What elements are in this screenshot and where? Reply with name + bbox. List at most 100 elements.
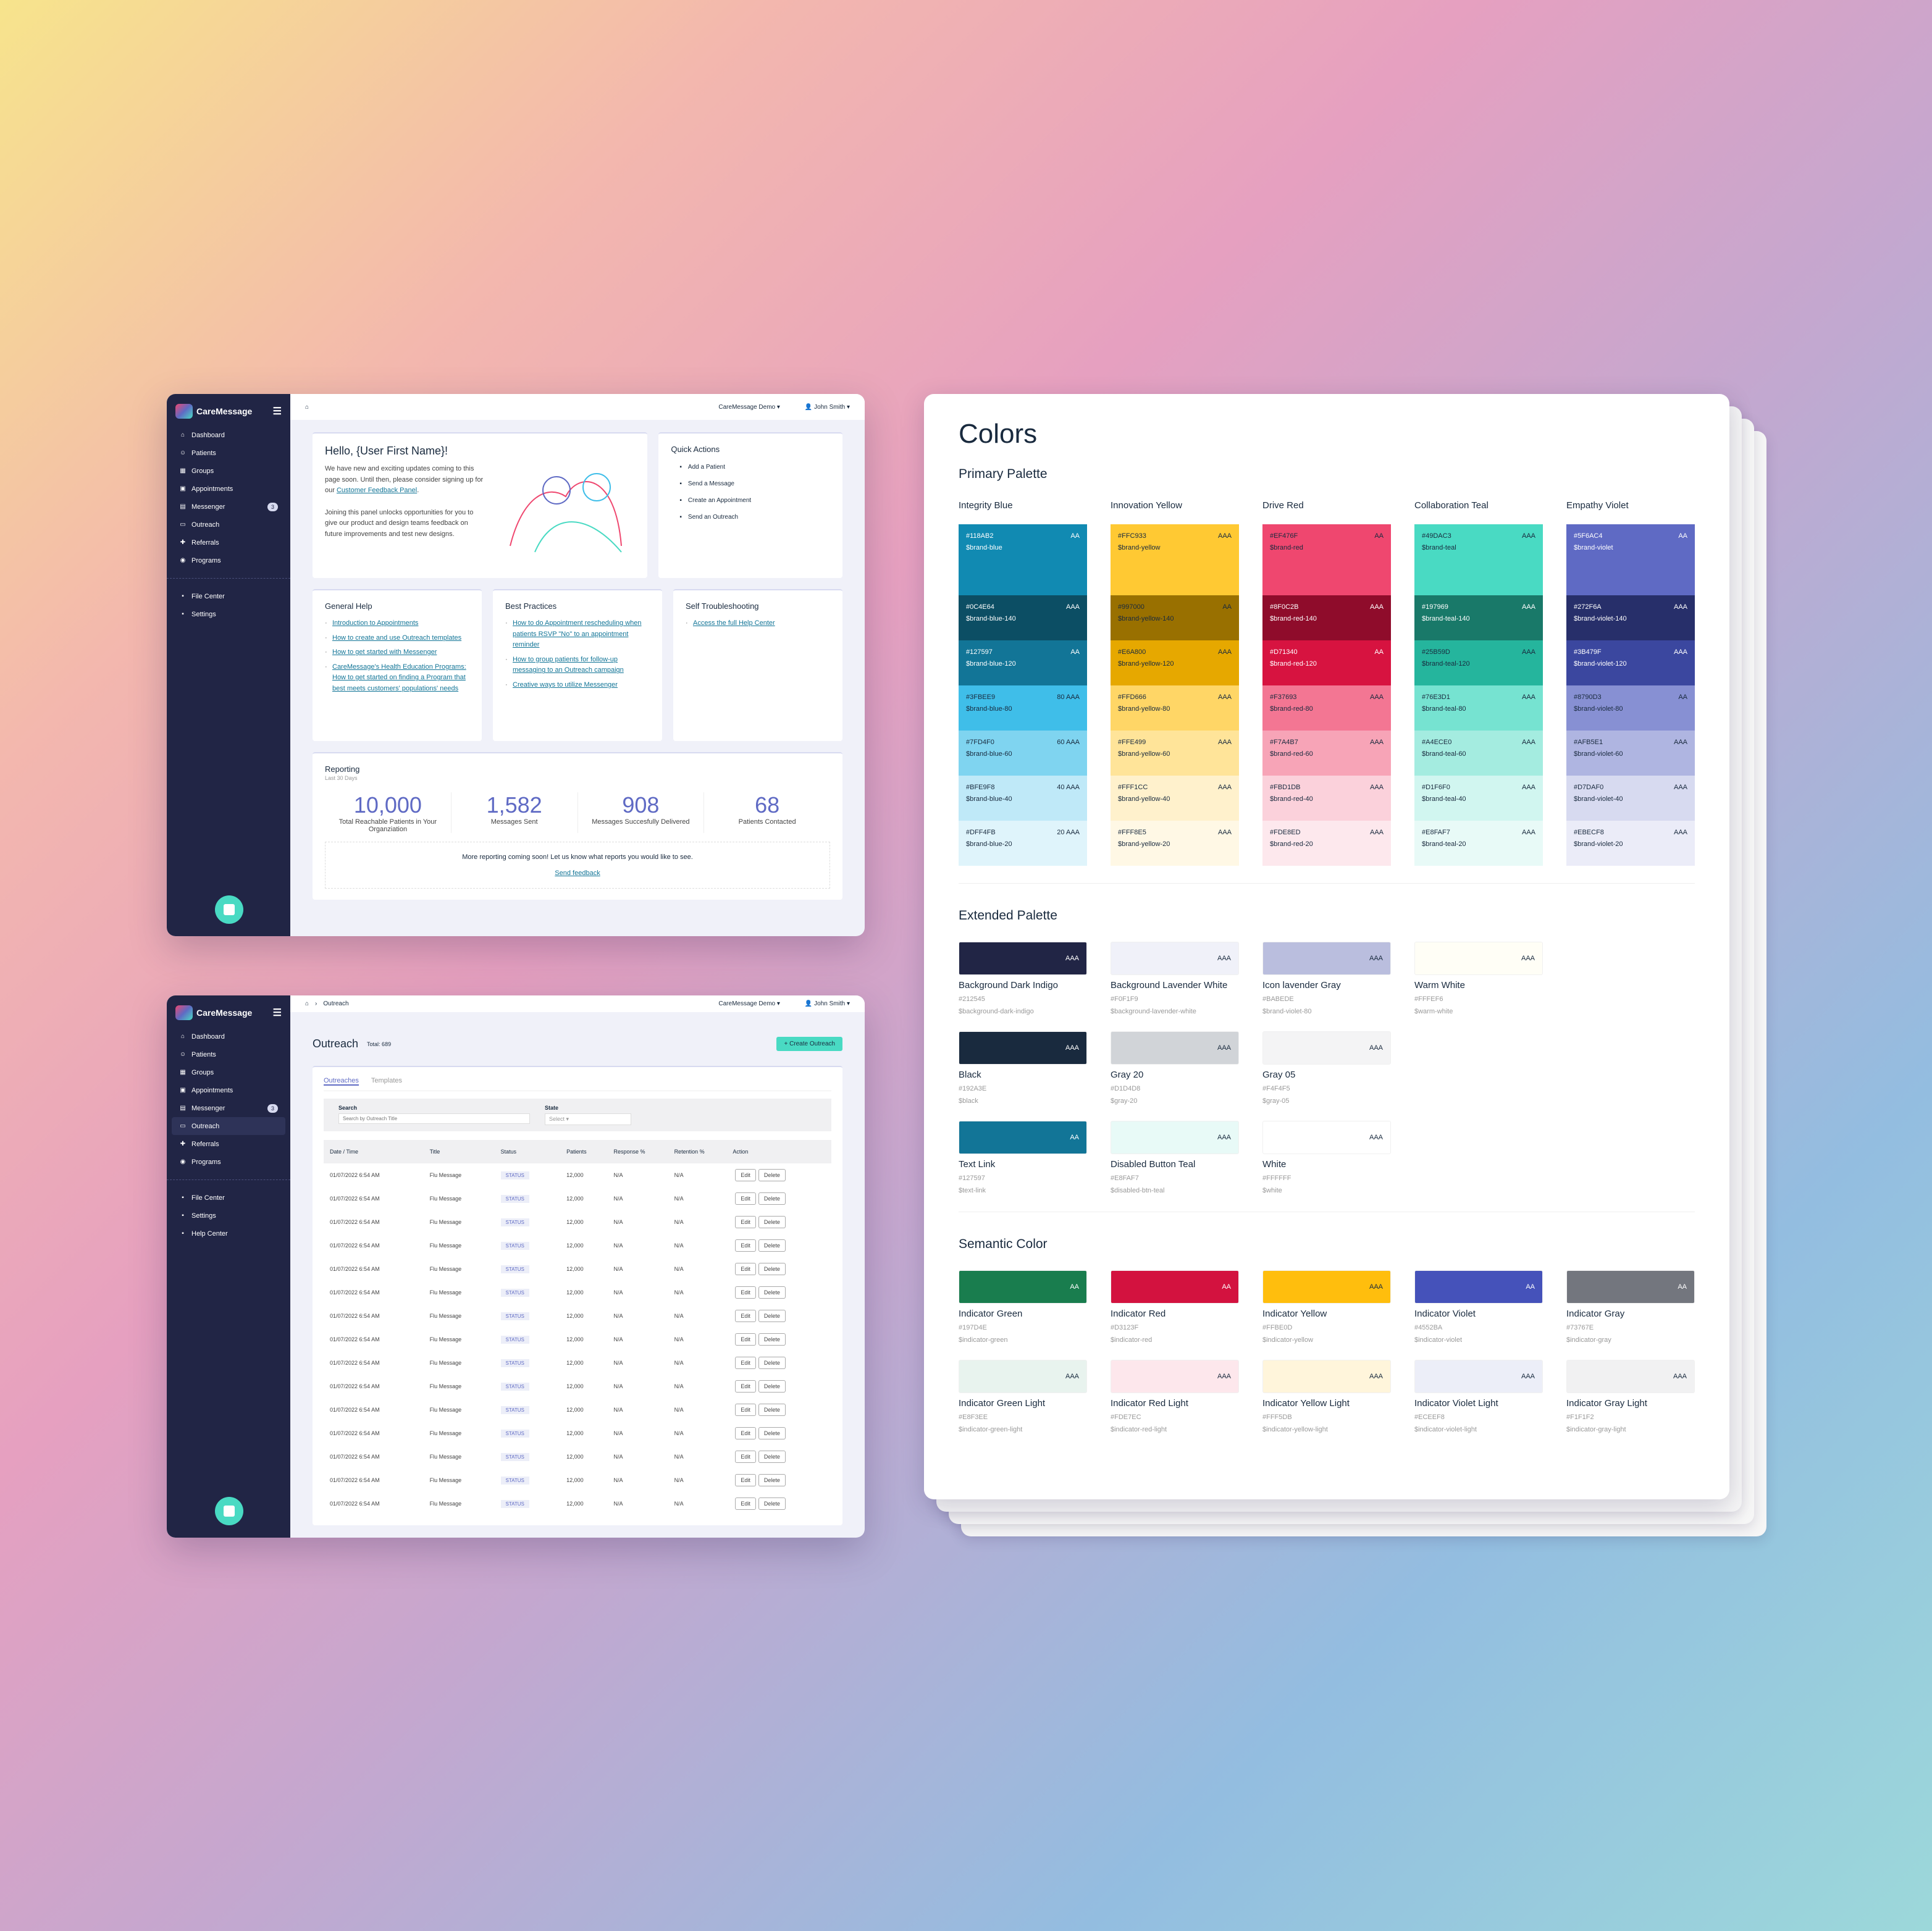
user-menu[interactable]: 👤 John Smith ▾ xyxy=(805,1000,850,1007)
color-swatch[interactable]: #8F0C2B $brand-red-140 AAA xyxy=(1262,595,1391,640)
delete-button[interactable]: Delete xyxy=(758,1404,786,1416)
edit-button[interactable]: Edit xyxy=(735,1497,756,1510)
column-header[interactable]: Status xyxy=(494,1140,561,1163)
sidebar-item-settings[interactable]: ▪ Settings xyxy=(172,605,285,623)
delete-button[interactable]: Delete xyxy=(758,1333,786,1346)
help-link[interactable]: How to get started with Messenger xyxy=(325,647,469,658)
sidebar-item-programs[interactable]: ◉ Programs xyxy=(172,1153,285,1171)
delete-button[interactable]: Delete xyxy=(758,1380,786,1393)
tab-outreaches[interactable]: Outreaches xyxy=(324,1077,359,1086)
color-swatch[interactable]: AAA xyxy=(1111,1031,1239,1065)
help-link[interactable]: Introduction to Appointments xyxy=(325,618,469,629)
color-swatch[interactable]: #AFB5E1 $brand-violet-60 AAA xyxy=(1566,731,1695,776)
quick-action[interactable]: ▪ Create an Appointment xyxy=(679,497,830,504)
color-swatch[interactable]: AAA xyxy=(959,1360,1087,1393)
help-link[interactable]: Creative ways to utilize Messenger xyxy=(505,680,650,691)
sidebar-item-appointments[interactable]: ▣ Appointments xyxy=(172,1081,285,1099)
feedback-panel-link[interactable]: Customer Feedback Panel xyxy=(337,487,417,494)
edit-button[interactable]: Edit xyxy=(735,1474,756,1486)
sidebar-item-patients[interactable]: ☺ Patients xyxy=(172,1045,285,1063)
logo[interactable]: CareMessage ☰ xyxy=(167,394,290,425)
color-swatch[interactable]: #25B59D $brand-teal-120 AAA xyxy=(1414,640,1543,685)
color-swatch[interactable]: #E6A800 $brand-yellow-120 AAA xyxy=(1111,640,1239,685)
column-header[interactable]: Action xyxy=(726,1140,831,1163)
color-swatch[interactable]: #FFE499 $brand-yellow-60 AAA xyxy=(1111,731,1239,776)
color-swatch[interactable]: #8790D3 $brand-violet-80 AA xyxy=(1566,685,1695,731)
menu-icon[interactable]: ☰ xyxy=(273,1007,282,1019)
sidebar-item-help-center[interactable]: ▪ Help Center xyxy=(172,1225,285,1242)
color-swatch[interactable]: #3B479F $brand-violet-120 AAA xyxy=(1566,640,1695,685)
help-link-text[interactable]: CareMessage's Health Education Programs:… xyxy=(332,663,466,692)
color-swatch[interactable]: AAA xyxy=(1262,1031,1391,1065)
edit-button[interactable]: Edit xyxy=(735,1263,756,1275)
color-swatch[interactable]: #D1F6F0 $brand-teal-40 AAA xyxy=(1414,776,1543,821)
menu-icon[interactable]: ☰ xyxy=(273,405,282,417)
color-swatch[interactable]: #5F6AC4 $brand-violet AA xyxy=(1566,524,1695,595)
color-swatch[interactable]: #BFE9F8 $brand-blue-40 40 AAA xyxy=(959,776,1087,821)
delete-button[interactable]: Delete xyxy=(758,1497,786,1510)
org-dropdown[interactable]: CareMessage Demo ▾ xyxy=(718,1000,780,1007)
column-header[interactable]: Retention % xyxy=(668,1140,727,1163)
edit-button[interactable]: Edit xyxy=(735,1333,756,1346)
send-feedback-link[interactable]: Send feedback xyxy=(555,869,600,877)
sidebar-item-dashboard[interactable]: ⌂ Dashboard xyxy=(172,426,285,444)
color-swatch[interactable]: #3FBEE9 $brand-blue-80 80 AAA xyxy=(959,685,1087,731)
color-swatch[interactable]: #DFF4FB $brand-blue-20 20 AAA xyxy=(959,821,1087,866)
sidebar-item-appointments[interactable]: ▣ Appointments xyxy=(172,480,285,498)
column-header[interactable]: Response % xyxy=(607,1140,668,1163)
color-swatch[interactable]: AAA xyxy=(1414,942,1543,975)
color-swatch[interactable]: #FFF8E5 $brand-yellow-20 AAA xyxy=(1111,821,1239,866)
edit-button[interactable]: Edit xyxy=(735,1451,756,1463)
color-swatch[interactable]: #118AB2 $brand-blue AA xyxy=(959,524,1087,595)
color-swatch[interactable]: #E8FAF7 $brand-teal-20 AAA xyxy=(1414,821,1543,866)
color-swatch[interactable]: #997000 $brand-yellow-140 AA xyxy=(1111,595,1239,640)
color-swatch[interactable]: AA xyxy=(1111,1270,1239,1304)
delete-button[interactable]: Delete xyxy=(758,1239,786,1252)
edit-button[interactable]: Edit xyxy=(735,1239,756,1252)
sidebar-item-groups[interactable]: ▦ Groups xyxy=(172,1063,285,1081)
delete-button[interactable]: Delete xyxy=(758,1263,786,1275)
color-swatch[interactable]: #127597 $brand-blue-120 AA xyxy=(959,640,1087,685)
color-swatch[interactable]: #76E3D1 $brand-teal-80 AAA xyxy=(1414,685,1543,731)
color-swatch[interactable]: AAA xyxy=(1111,1360,1239,1393)
sidebar-item-referrals[interactable]: ✚ Referrals xyxy=(172,1135,285,1153)
quick-action[interactable]: ▪ Send a Message xyxy=(679,480,830,487)
sidebar-item-file-center[interactable]: ▪ File Center xyxy=(172,587,285,605)
edit-button[interactable]: Edit xyxy=(735,1169,756,1181)
help-link-text[interactable]: Access the full Help Center xyxy=(693,619,775,627)
help-link-text[interactable]: How to group patients for follow-up mess… xyxy=(513,656,624,674)
logo[interactable]: CareMessage ☰ xyxy=(167,995,290,1026)
help-link-text[interactable]: How to create and use Outreach templates xyxy=(332,634,461,642)
sidebar-item-outreach[interactable]: ▭ Outreach xyxy=(172,1117,285,1135)
column-header[interactable]: Date / Time xyxy=(324,1140,424,1163)
help-link[interactable]: How to create and use Outreach templates xyxy=(325,633,469,644)
help-link[interactable]: How to group patients for follow-up mess… xyxy=(505,655,650,676)
color-swatch[interactable]: AA xyxy=(1414,1270,1543,1304)
color-swatch[interactable]: #A4ECE0 $brand-teal-60 AAA xyxy=(1414,731,1543,776)
color-swatch[interactable]: #272F6A $brand-violet-140 AAA xyxy=(1566,595,1695,640)
quick-action[interactable]: ▪ Add a Patient xyxy=(679,464,830,471)
color-swatch[interactable]: #0C4E64 $brand-blue-140 AAA xyxy=(959,595,1087,640)
edit-button[interactable]: Edit xyxy=(735,1427,756,1439)
sidebar-item-messenger[interactable]: ▤ Messenger 3 xyxy=(172,1099,285,1117)
home-icon[interactable]: ⌂ xyxy=(305,404,309,411)
color-swatch[interactable]: #FFF1CC $brand-yellow-40 AAA xyxy=(1111,776,1239,821)
edit-button[interactable]: Edit xyxy=(735,1310,756,1322)
color-swatch[interactable]: AAA xyxy=(1111,1121,1239,1154)
color-swatch[interactable]: AAA xyxy=(1262,942,1391,975)
color-swatch[interactable]: AAA xyxy=(1262,1121,1391,1154)
edit-button[interactable]: Edit xyxy=(735,1404,756,1416)
delete-button[interactable]: Delete xyxy=(758,1192,786,1205)
column-header[interactable]: Title xyxy=(423,1140,495,1163)
help-link-text[interactable]: Creative ways to utilize Messenger xyxy=(513,681,618,689)
color-swatch[interactable]: #D71340 $brand-red-120 AA xyxy=(1262,640,1391,685)
org-dropdown[interactable]: CareMessage Demo ▾ xyxy=(718,404,780,411)
color-swatch[interactable]: #FDE8ED $brand-red-20 AAA xyxy=(1262,821,1391,866)
breadcrumb[interactable]: Outreach xyxy=(323,1000,348,1007)
color-swatch[interactable]: #197969 $brand-teal-140 AAA xyxy=(1414,595,1543,640)
delete-button[interactable]: Delete xyxy=(758,1474,786,1486)
help-link-text[interactable]: Introduction to Appointments xyxy=(332,619,418,627)
sidebar-item-groups[interactable]: ▦ Groups xyxy=(172,462,285,480)
column-header[interactable]: Patients xyxy=(560,1140,608,1163)
quick-action[interactable]: ▪ Send an Outreach xyxy=(679,514,830,521)
